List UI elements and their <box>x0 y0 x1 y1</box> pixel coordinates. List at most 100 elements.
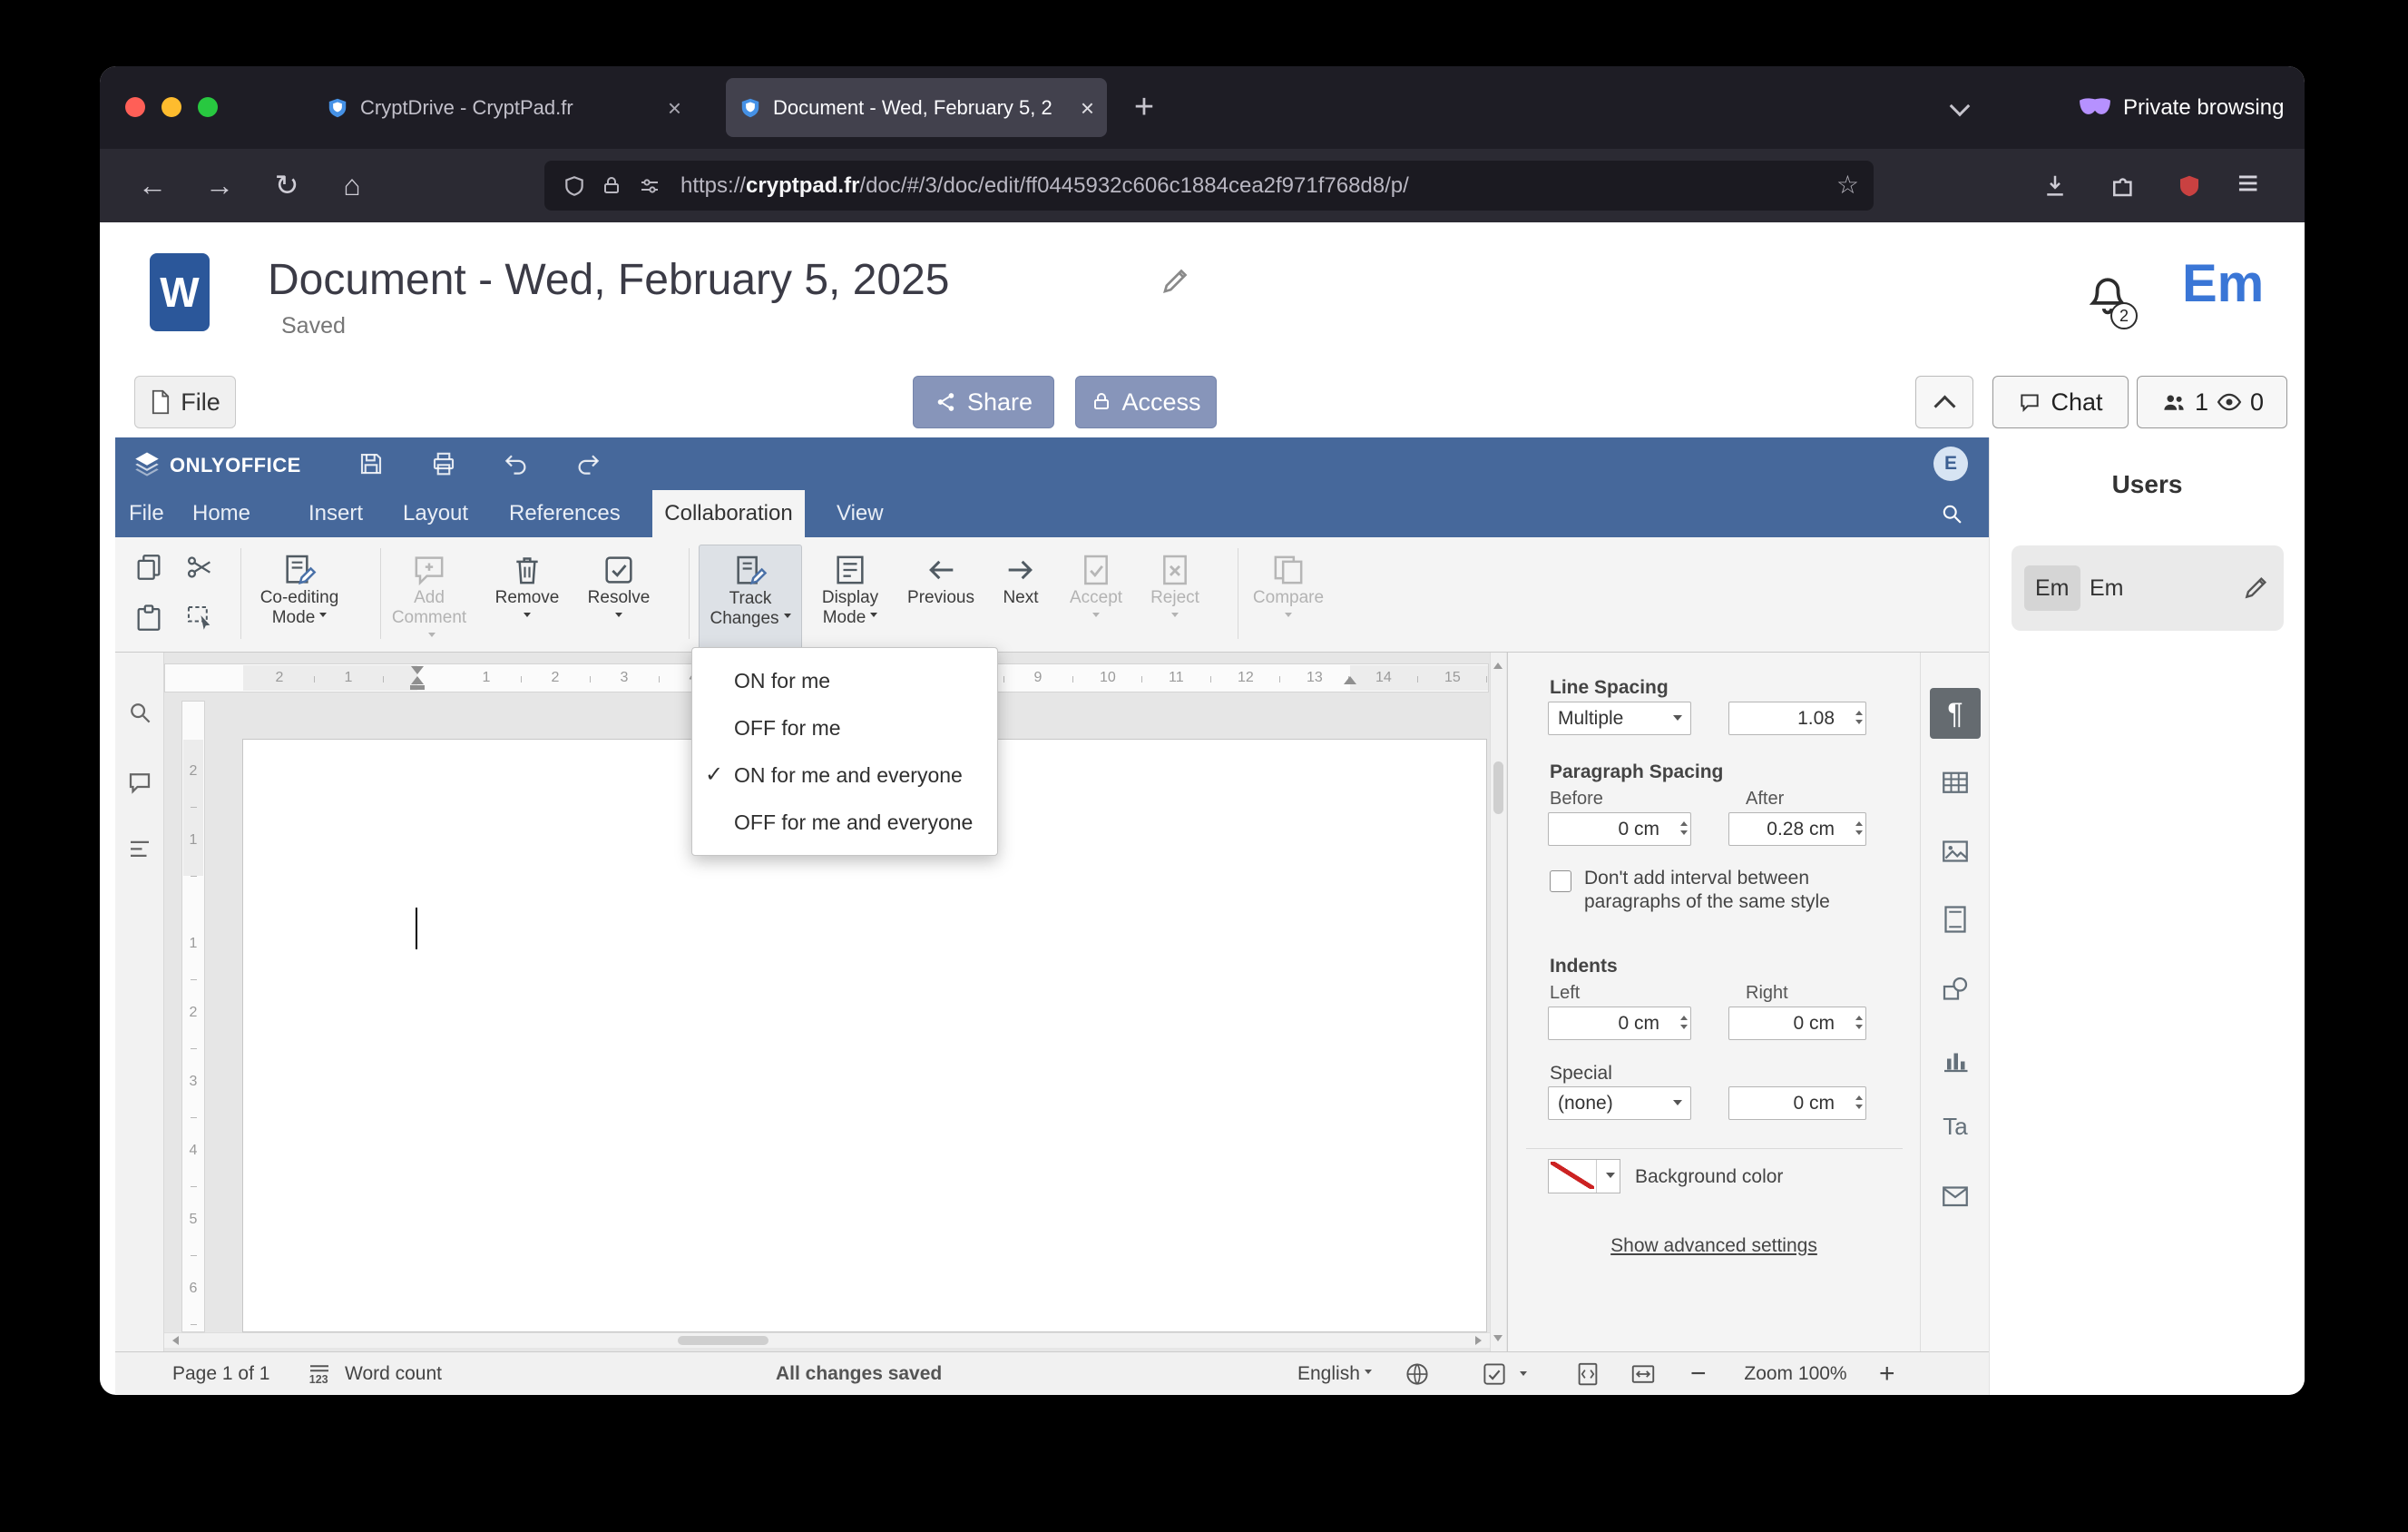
scroll-right-arrow[interactable] <box>1475 1336 1486 1345</box>
first-line-indent-marker[interactable] <box>411 666 424 674</box>
resolve-button[interactable]: Resolve <box>580 545 658 648</box>
menu-layout[interactable]: Layout <box>403 490 468 537</box>
lock-icon[interactable] <box>601 175 622 197</box>
tab-document[interactable]: Document - Wed, February 5, 2 × <box>726 78 1107 137</box>
menu-item-on-for-everyone[interactable]: ✓ ON for me and everyone <box>692 751 997 799</box>
special-select[interactable]: (none) <box>1548 1086 1691 1120</box>
menu-item-off-for-everyone[interactable]: OFF for me and everyone <box>692 799 997 846</box>
spacing-before-spinner[interactable]: 0 cm <box>1548 812 1691 846</box>
user-list-item[interactable]: Em Em <box>2012 545 2284 631</box>
home-button[interactable]: ⌂ <box>332 165 372 205</box>
left-indent-marker[interactable] <box>410 685 425 690</box>
coediting-mode-button[interactable]: Co-editing Mode <box>247 545 352 648</box>
access-button[interactable]: Access <box>1075 376 1217 428</box>
spell-check-icon[interactable] <box>1481 1360 1508 1388</box>
find-icon[interactable] <box>126 699 153 726</box>
tab-close-icon[interactable]: × <box>668 96 681 120</box>
special-amount-spinner[interactable]: 0 cm <box>1728 1086 1866 1120</box>
vertical-scroll-thumb[interactable] <box>1493 761 1503 814</box>
save-icon[interactable] <box>357 450 385 477</box>
chat-button[interactable]: Chat <box>1992 376 2129 428</box>
interval-checkbox-label[interactable]: Don't add interval between paragraphs of… <box>1584 867 1884 914</box>
v-ruler[interactable]: 21123456 <box>181 701 205 1332</box>
editor-user-avatar[interactable]: E <box>1933 447 1968 481</box>
editor-search-icon[interactable] <box>1939 501 1964 526</box>
scroll-down-arrow[interactable] <box>1493 1335 1503 1346</box>
copy-icon[interactable] <box>133 552 164 583</box>
bookmark-star-icon[interactable]: ☆ <box>1836 170 1859 200</box>
select-all-icon[interactable] <box>184 603 215 633</box>
shape-settings-icon[interactable] <box>1930 964 1981 1015</box>
reject-change-button[interactable]: Reject <box>1139 545 1211 648</box>
indent-right-spinner[interactable]: 0 cm <box>1728 1007 1866 1040</box>
hamburger-menu-icon[interactable]: ≡ <box>2237 158 2258 209</box>
edit-user-pencil-icon[interactable] <box>2242 573 2271 602</box>
advanced-settings-link[interactable]: Show advanced settings <box>1508 1235 1920 1257</box>
image-settings-icon[interactable] <box>1930 826 1981 877</box>
display-mode-button[interactable]: Display Mode <box>810 545 890 648</box>
url-text[interactable]: https://cryptpad.fr/doc/#/3/doc/edit/ff0… <box>680 161 1409 211</box>
file-menu-button[interactable]: File <box>134 376 236 428</box>
line-spacing-amount-spinner[interactable]: 1.08 <box>1728 702 1866 735</box>
horizontal-scroll-thumb[interactable] <box>678 1336 768 1345</box>
menu-insert[interactable]: Insert <box>308 490 363 537</box>
zoom-in-button[interactable]: + <box>1879 1352 1895 1395</box>
indent-left-spinner[interactable]: 0 cm <box>1548 1007 1691 1040</box>
hanging-indent-marker[interactable] <box>411 676 424 684</box>
header-footer-settings-icon[interactable] <box>1930 894 1981 945</box>
redo-icon[interactable] <box>574 450 602 477</box>
tab-list-chevron-icon[interactable] <box>1949 95 1971 117</box>
fit-width-icon[interactable] <box>1630 1360 1657 1388</box>
table-settings-icon[interactable] <box>1930 758 1981 809</box>
navigation-panel-icon[interactable] <box>126 836 153 863</box>
remove-comment-button[interactable]: Remove <box>487 545 567 648</box>
compare-button[interactable]: Compare <box>1248 545 1328 648</box>
reload-button[interactable]: ↻ <box>267 165 307 205</box>
mail-merge-icon[interactable] <box>1930 1172 1981 1223</box>
paragraph-settings-icon[interactable]: ¶ <box>1930 688 1981 739</box>
scroll-left-arrow[interactable] <box>168 1336 179 1345</box>
chart-settings-icon[interactable] <box>1930 1035 1981 1085</box>
next-change-button[interactable]: Next <box>988 545 1053 648</box>
menu-file[interactable]: File <box>129 490 164 537</box>
track-changes-button[interactable]: Track Changes <box>699 545 802 650</box>
forward-button[interactable]: → <box>200 165 240 205</box>
add-comment-button[interactable]: Add Comment <box>388 545 470 648</box>
comments-panel-icon[interactable] <box>126 769 153 796</box>
fit-page-icon[interactable] <box>1574 1360 1601 1388</box>
downloads-icon[interactable] <box>2041 172 2069 200</box>
tab-close-icon[interactable]: × <box>1081 96 1094 120</box>
language-selector[interactable]: English <box>1297 1352 1372 1395</box>
spell-check-caret-icon[interactable] <box>1520 1371 1527 1380</box>
document-language-globe-icon[interactable] <box>1404 1360 1431 1388</box>
previous-change-button[interactable]: Previous <box>903 545 979 648</box>
user-avatar[interactable]: Em <box>2182 253 2264 314</box>
menu-item-on-for-me[interactable]: ON for me <box>692 657 997 704</box>
permissions-icon[interactable] <box>639 175 661 197</box>
background-color-picker[interactable] <box>1548 1159 1620 1193</box>
document-title[interactable]: Document - Wed, February 5, 2025 <box>268 255 949 305</box>
line-spacing-select[interactable]: Multiple <box>1548 702 1691 735</box>
page-indicator[interactable]: Page 1 of 1 <box>172 1352 269 1395</box>
word-count-button[interactable]: Word count <box>345 1352 442 1395</box>
zoom-out-button[interactable]: − <box>1690 1352 1707 1395</box>
url-bar[interactable]: https://cryptpad.fr/doc/#/3/doc/edit/ff0… <box>544 161 1874 211</box>
text-art-settings-icon[interactable]: Ta <box>1930 1101 1981 1152</box>
share-button[interactable]: Share <box>913 376 1054 428</box>
scroll-up-arrow[interactable] <box>1493 658 1503 669</box>
menu-references[interactable]: References <box>509 490 621 537</box>
ublock-icon[interactable] <box>2176 172 2203 200</box>
menu-home[interactable]: Home <box>192 490 250 537</box>
close-window-button[interactable] <box>125 97 145 117</box>
vertical-scrollbar[interactable] <box>1490 653 1506 1351</box>
right-indent-marker[interactable] <box>1344 676 1356 684</box>
spacing-after-spinner[interactable]: 0.28 cm <box>1728 812 1866 846</box>
print-icon[interactable] <box>430 450 457 477</box>
accept-change-button[interactable]: Accept <box>1061 545 1131 648</box>
menu-collaboration[interactable]: Collaboration <box>652 490 805 537</box>
menu-view[interactable]: View <box>837 490 884 537</box>
paste-icon[interactable] <box>133 603 164 633</box>
shield-icon[interactable] <box>563 174 586 198</box>
new-tab-button[interactable]: + <box>1123 87 1165 129</box>
zoom-level[interactable]: Zoom 100% <box>1732 1352 1859 1395</box>
